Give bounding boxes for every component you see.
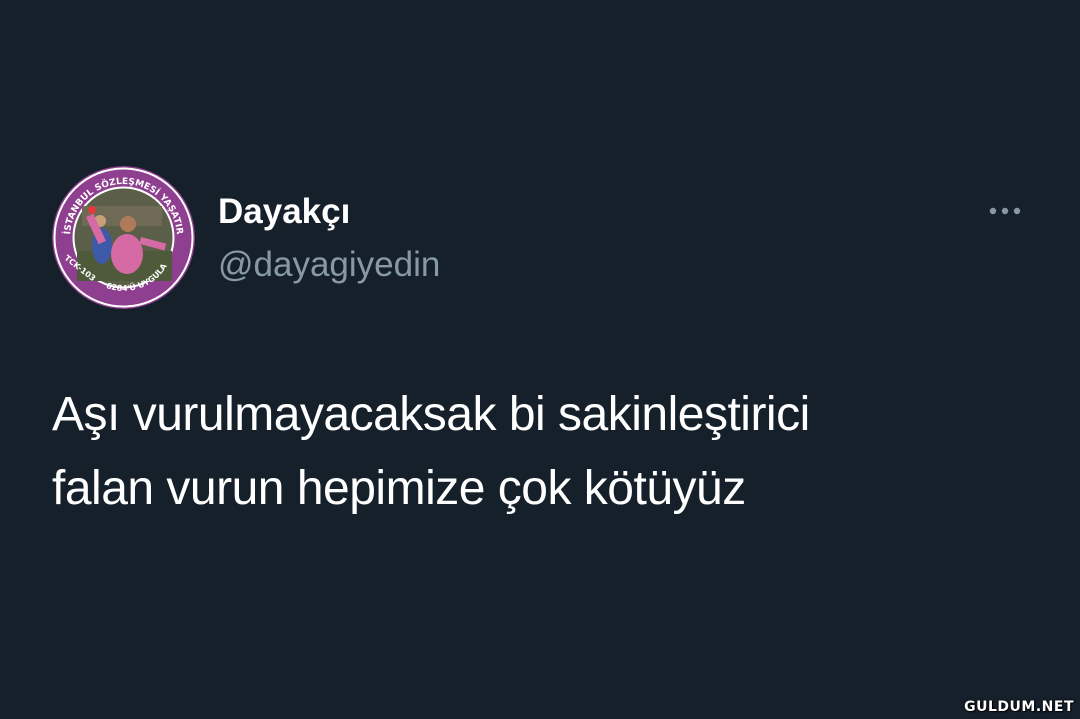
avatar-image: İSTANBUL SÖZLEŞMESİ YAŞATIR TCK-103 6284… xyxy=(52,166,195,309)
user-handle[interactable]: @dayagiyedin xyxy=(218,243,440,287)
more-options-button[interactable] xyxy=(980,196,1030,226)
tweet-text: Aşı vurulmayacaksak bi sakinleştirici fa… xyxy=(52,378,1012,526)
tweet-card: İSTANBUL SÖZLEŞMESİ YAŞATIR TCK-103 6284… xyxy=(0,0,1080,719)
watermark: GULDUM.NET xyxy=(964,699,1074,715)
more-horizontal-icon xyxy=(989,207,1021,215)
tweet-text-line: Aşı vurulmayacaksak bi sakinleştirici xyxy=(52,388,810,441)
profile-avatar[interactable]: İSTANBUL SÖZLEŞMESİ YAŞATIR TCK-103 6284… xyxy=(52,166,195,309)
display-name[interactable]: Dayakçı xyxy=(218,190,350,234)
tweet-text-line: falan vurun hepimize çok kötüyüz xyxy=(52,462,746,515)
